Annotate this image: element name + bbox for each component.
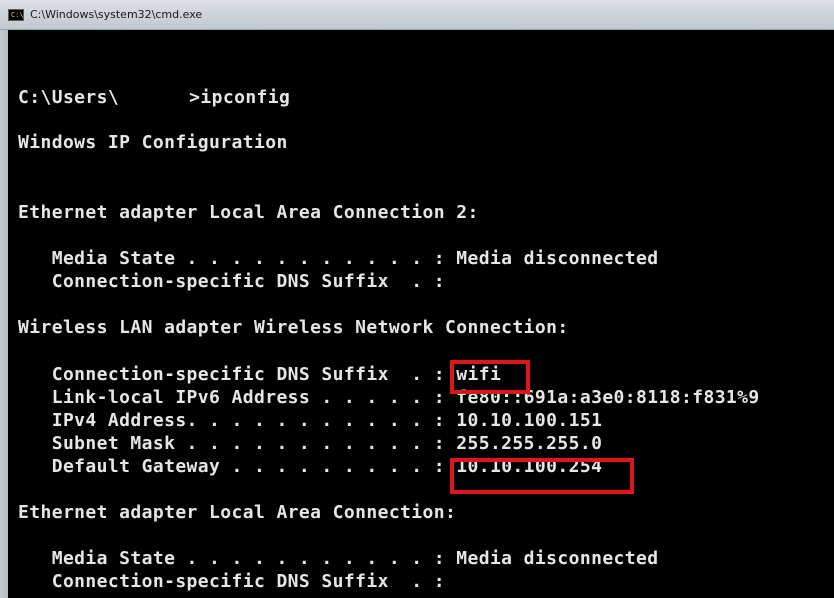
prompt-command: >ipconfig	[189, 87, 291, 108]
adapter3-title: Ethernet adapter Local Area Connection:	[18, 502, 457, 523]
adapter1-dns-suffix: Connection-specific DNS Suffix . :	[18, 271, 446, 292]
adapter1-media-state: Media State . . . . . . . . . . . : Medi…	[18, 248, 659, 269]
prompt-line: C:\Users\ >ipconfig	[18, 87, 290, 109]
adapter1-title: Ethernet adapter Local Area Connection 2…	[18, 202, 479, 223]
adapter2-gateway-label: Default Gateway . . . . . . . . . :	[18, 456, 457, 477]
window-left-frame	[0, 30, 8, 598]
ip-config-header: Windows IP Configuration	[18, 132, 288, 153]
window-title: C:\Windows\system32\cmd.exe	[30, 8, 203, 21]
adapter2-title: Wireless LAN adapter Wireless Network Co…	[18, 317, 569, 338]
adapter2-dns-label: Connection-specific DNS Suffix . :	[18, 364, 457, 385]
prompt-prefix: C:\Users\	[18, 87, 120, 108]
adapter2-ipv4-address: IPv4 Address. . . . . . . . . . . : 10.1…	[18, 410, 603, 431]
cmd-icon-glyph: C:\	[11, 11, 24, 19]
dns-suffix-highlight-box	[450, 360, 530, 394]
gateway-highlight-box	[450, 458, 634, 494]
console-output[interactable]: C:\Users\ >ipconfig Windows IP Configurat…	[8, 30, 834, 598]
cmd-window: C:\ C:\Windows\system32\cmd.exe C:\Users…	[0, 0, 834, 598]
cmd-console-icon[interactable]: C:\	[8, 9, 24, 21]
adapter2-subnet-mask: Subnet Mask . . . . . . . . . . . : 255.…	[18, 433, 603, 454]
title-bar[interactable]: C:\ C:\Windows\system32\cmd.exe	[0, 0, 834, 30]
adapter3-dns-suffix: Connection-specific DNS Suffix . :	[18, 571, 446, 592]
adapter3-media-state: Media State . . . . . . . . . . . : Medi…	[18, 548, 659, 569]
adapter2-dns-suffix: Connection-specific DNS Suffix . : wifi	[18, 364, 501, 386]
adapter2-ipv6-address: Link-local IPv6 Address . . . . . : fe80…	[18, 387, 760, 408]
